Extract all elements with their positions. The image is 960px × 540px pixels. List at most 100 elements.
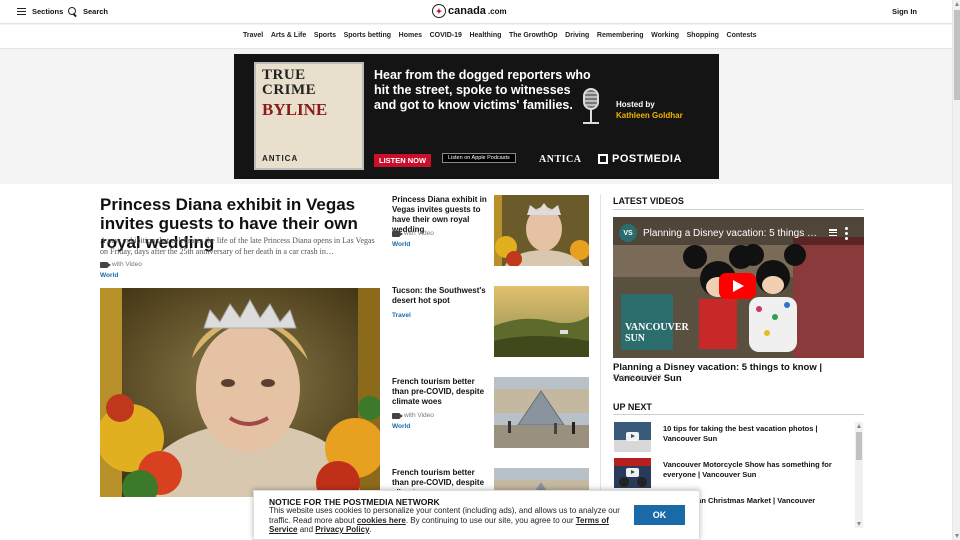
search-button[interactable]: Search bbox=[68, 7, 108, 16]
up-next-thumbnail[interactable] bbox=[614, 458, 651, 488]
sign-in-link[interactable]: Sign In bbox=[892, 7, 917, 16]
ad-headline: Hear from the dogged reporters who hit t… bbox=[374, 68, 591, 112]
nav-item-sports-betting[interactable]: Sports betting bbox=[344, 32, 391, 39]
hamburger-menu-icon bbox=[17, 8, 26, 15]
video-player-title[interactable]: Planning a Disney vacation: 5 things to … bbox=[643, 228, 818, 239]
princess-diana-thumbnail bbox=[494, 195, 589, 266]
ad-host-name: Kathleen Goldhar bbox=[616, 111, 683, 120]
search-label: Search bbox=[83, 7, 109, 16]
nav-item-growthop[interactable]: The GrowthOp bbox=[509, 32, 558, 39]
postmedia-logo: POSTMEDIA bbox=[598, 153, 682, 165]
ad-book-title: TRUE CRIME bbox=[262, 67, 317, 98]
lead-story-image[interactable] bbox=[100, 288, 380, 497]
channel-avatar[interactable]: VS bbox=[619, 224, 637, 242]
nav-item-shopping[interactable]: Shopping bbox=[687, 32, 719, 39]
section-rule bbox=[613, 414, 864, 415]
story-card-image[interactable] bbox=[494, 195, 589, 266]
ad-book-publisher: ANTICA bbox=[262, 154, 299, 163]
youtube-play-icon bbox=[626, 468, 639, 477]
scrollbar-thumb[interactable] bbox=[856, 432, 862, 460]
cookie-text-2: . By continuing to use our site, you agr… bbox=[405, 515, 576, 525]
story-category-link[interactable]: World bbox=[392, 241, 410, 248]
cookie-notice: NOTICE FOR THE POSTMEDIA NETWORK This we… bbox=[253, 490, 700, 540]
ad-container: TRUE CRIME BYLINE ANTICA Hear from the d… bbox=[0, 50, 952, 184]
scroll-down-icon[interactable] bbox=[857, 522, 861, 526]
nav-item-covid-19[interactable]: COVID-19 bbox=[430, 32, 462, 39]
privacy-policy-link[interactable]: Privacy Policy bbox=[315, 525, 369, 534]
latest-videos-heading: LATEST VIDEOS bbox=[613, 196, 684, 206]
video-player[interactable]: VS Planning a Disney vacation: 5 things … bbox=[613, 217, 864, 358]
playlist-queue-icon[interactable] bbox=[829, 229, 837, 236]
video-age-duration: 3 years ago 2:32 bbox=[613, 374, 661, 381]
story-card-image[interactable] bbox=[494, 286, 589, 357]
scroll-up-icon[interactable] bbox=[955, 2, 959, 6]
main-navigation: Travel Arts & Life Sports Sports betting… bbox=[0, 25, 952, 49]
listen-now-button[interactable]: LISTEN NOW bbox=[374, 154, 432, 167]
play-button-icon[interactable] bbox=[719, 273, 756, 299]
nav-item-arts-life[interactable]: Arts & Life bbox=[271, 32, 306, 39]
up-next-heading: UP NEXT bbox=[613, 402, 652, 412]
story-card[interactable]: French tourism better than pre-COVID, de… bbox=[392, 377, 589, 449]
scroll-up-icon[interactable] bbox=[857, 424, 861, 428]
tucson-desert-thumbnail bbox=[494, 286, 589, 357]
nav-item-contests[interactable]: Contests bbox=[727, 32, 757, 39]
more-options-icon[interactable] bbox=[845, 227, 848, 240]
story-video-label: with Video bbox=[404, 230, 434, 237]
story-video-label: with Video bbox=[404, 412, 434, 419]
apple-podcasts-badge[interactable]: Listen on Apple Podcasts bbox=[442, 153, 516, 163]
nav-item-sports[interactable]: Sports bbox=[314, 32, 336, 39]
video-camera-icon bbox=[392, 230, 403, 237]
podcast-ad-banner[interactable]: TRUE CRIME BYLINE ANTICA Hear from the d… bbox=[234, 54, 719, 179]
story-card-title[interactable]: French tourism better than pre-COVID, de… bbox=[392, 377, 487, 407]
logo-name: canada bbox=[448, 5, 486, 17]
story-video-badge: with Video bbox=[392, 230, 434, 237]
ad-hosted-by: Hosted by bbox=[616, 100, 655, 109]
story-category-link[interactable]: Travel bbox=[392, 312, 411, 319]
maple-leaf-icon: ✦ bbox=[432, 4, 446, 18]
antica-logo: ANTICA bbox=[539, 154, 582, 165]
scrollbar-thumb[interactable] bbox=[954, 10, 960, 100]
lead-category-link[interactable]: World bbox=[100, 272, 118, 279]
story-card[interactable]: Tucson: the Southwest's desert hot spot … bbox=[392, 286, 589, 358]
up-next-item[interactable]: 10 tips for taking the best vacation pho… bbox=[613, 422, 853, 454]
nav-item-driving[interactable]: Driving bbox=[565, 32, 589, 39]
section-rule bbox=[613, 209, 864, 210]
page-scrollbar[interactable] bbox=[952, 0, 960, 540]
top-header: Sections Search ✦ canada .com Sign In bbox=[0, 0, 952, 24]
story-category-link[interactable]: World bbox=[392, 423, 410, 430]
youtube-play-icon bbox=[626, 432, 639, 441]
video-camera-icon bbox=[100, 261, 111, 268]
lead-story-excerpt: A new exhibition that celebrates the lif… bbox=[100, 236, 375, 256]
story-video-badge: with Video bbox=[392, 412, 434, 419]
search-icon bbox=[68, 7, 77, 16]
nav-item-remembering[interactable]: Remembering bbox=[597, 32, 644, 39]
main-content: Princess Diana exhibit in Vegas invites … bbox=[0, 184, 952, 540]
louvre-pyramid-thumbnail bbox=[494, 377, 589, 448]
story-card-image[interactable] bbox=[494, 377, 589, 448]
sections-button[interactable]: Sections bbox=[17, 7, 63, 16]
logo-tld: .com bbox=[487, 6, 507, 16]
up-next-item[interactable]: Vancouver Motorcycle Show has something … bbox=[613, 458, 853, 490]
cookie-notice-body: This website uses cookies to personalize… bbox=[269, 506, 629, 535]
up-next-title[interactable]: Vancouver Motorcycle Show has something … bbox=[663, 460, 843, 480]
vancouver-sun-logo: VANCOUVER SUN bbox=[621, 294, 689, 350]
nav-item-travel[interactable]: Travel bbox=[243, 32, 263, 39]
story-card-title[interactable]: Princess Diana exhibit in Vegas invites … bbox=[392, 195, 487, 235]
up-next-scrollbar[interactable] bbox=[855, 422, 863, 528]
story-card-title[interactable]: Tucson: the Southwest's desert hot spot bbox=[392, 286, 487, 306]
column-divider bbox=[600, 194, 601, 534]
up-next-thumbnail[interactable] bbox=[614, 422, 651, 452]
scroll-down-icon[interactable] bbox=[955, 534, 959, 538]
nav-item-healthing[interactable]: Healthing bbox=[469, 32, 501, 39]
nav-item-working[interactable]: Working bbox=[651, 32, 679, 39]
nav-item-homes[interactable]: Homes bbox=[399, 32, 422, 39]
cookies-link[interactable]: cookies here bbox=[357, 516, 406, 525]
postmedia-logo-text: POSTMEDIA bbox=[612, 153, 682, 165]
cookie-ok-button[interactable]: OK bbox=[634, 505, 685, 525]
story-card[interactable]: Princess Diana exhibit in Vegas invites … bbox=[392, 195, 589, 267]
postmedia-mark-icon bbox=[598, 154, 608, 164]
ad-book-cover: TRUE CRIME BYLINE ANTICA bbox=[254, 62, 364, 170]
lead-video-label: with Video bbox=[112, 261, 142, 268]
up-next-title[interactable]: 10 tips for taking the best vacation pho… bbox=[663, 424, 843, 444]
site-logo[interactable]: ✦ canada .com bbox=[432, 4, 507, 18]
